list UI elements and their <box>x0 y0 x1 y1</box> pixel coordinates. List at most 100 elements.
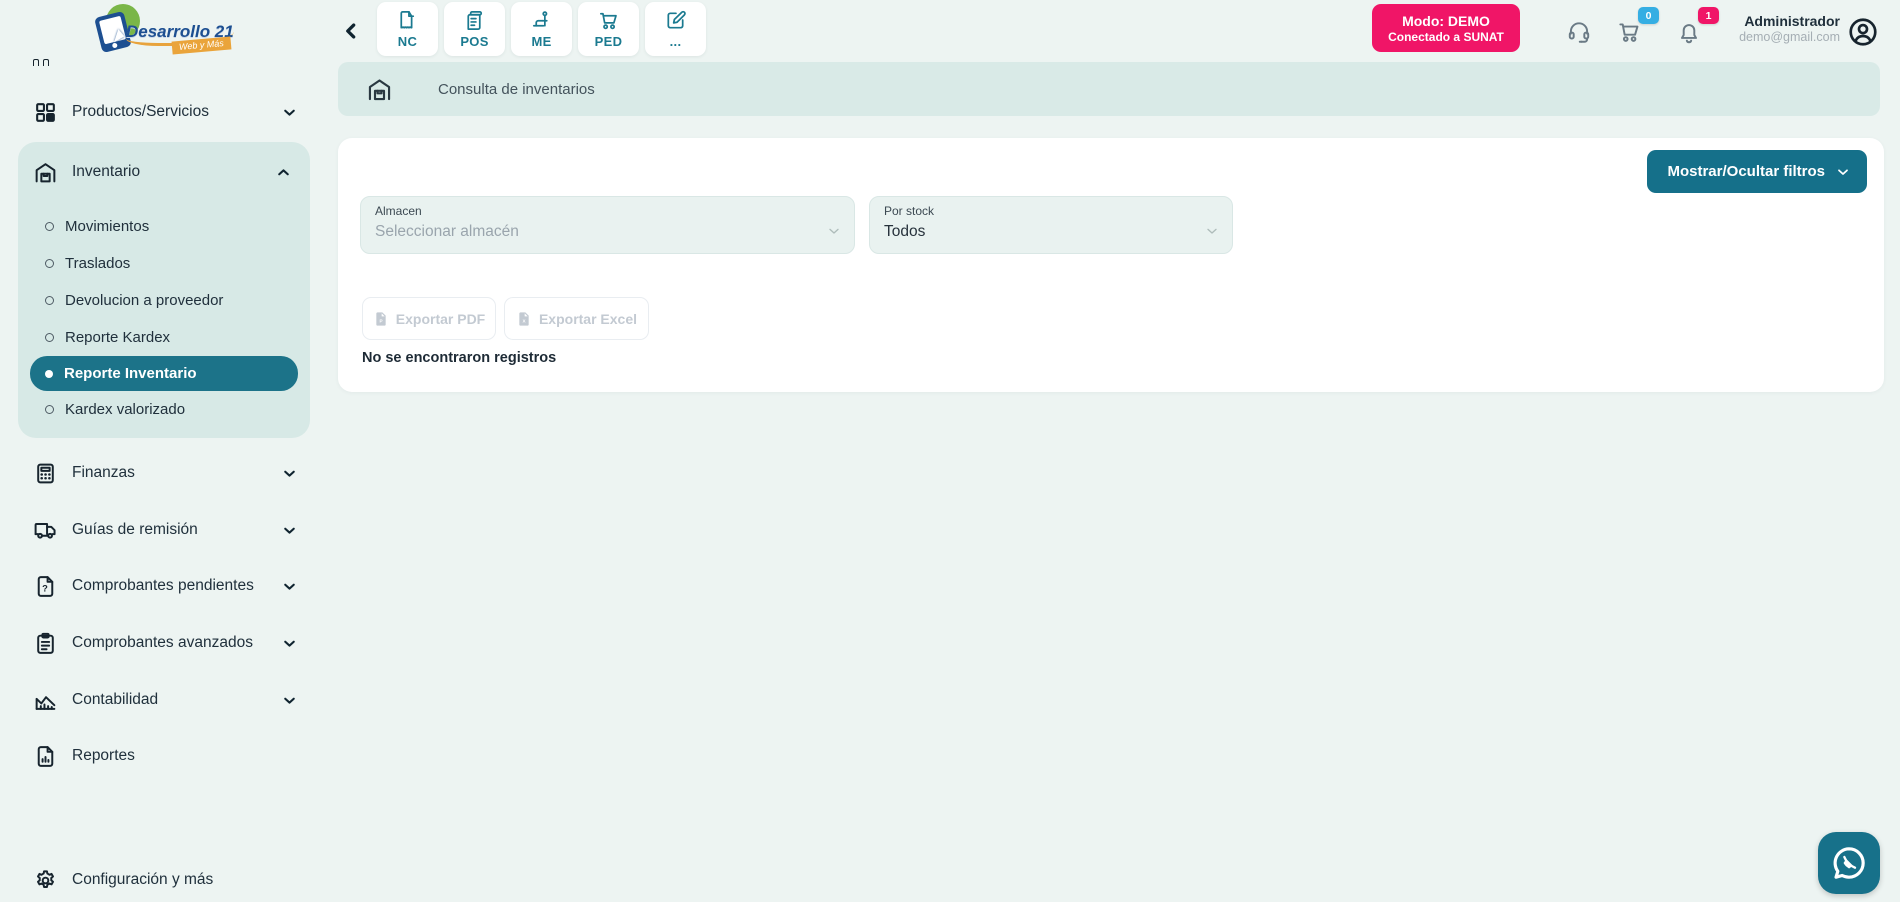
export-pdf-label: Exportar PDF <box>396 311 485 327</box>
bullet-icon <box>45 259 54 268</box>
sidebar-item-label: Finanzas <box>72 464 135 482</box>
bullet-icon <box>45 222 54 231</box>
cart-icon <box>1616 19 1642 45</box>
svg-text:P: P <box>379 318 382 323</box>
pdf-file-icon: P <box>373 311 389 327</box>
bullet-icon <box>45 405 54 414</box>
bullet-icon <box>45 333 54 342</box>
quick-action-more[interactable]: ... <box>645 2 706 56</box>
sidebar-subitem-movimientos[interactable]: Movimientos <box>18 208 310 245</box>
chevron-down-icon <box>281 465 298 482</box>
warehouse-icon[interactable] <box>366 76 393 103</box>
sidebar-item-label: Contabilidad <box>72 691 158 709</box>
quick-action-ped[interactable]: PED <box>578 2 639 56</box>
whatsapp-icon <box>1829 843 1869 883</box>
credit-note-icon <box>396 9 419 32</box>
sidebar-item-configuracion[interactable]: Configuración y más <box>0 858 320 902</box>
por-stock-select[interactable]: Por stock Todos <box>869 196 1233 254</box>
sidebar-collapse-button[interactable] <box>338 18 364 44</box>
chart-icon <box>33 688 58 713</box>
chevron-down-icon <box>281 578 298 595</box>
toggle-filters-button[interactable]: Mostrar/Ocultar filtros <box>1647 150 1867 193</box>
chevron-down-icon <box>281 635 298 652</box>
quick-action-pos[interactable]: POS <box>444 2 505 56</box>
export-excel-button[interactable]: X Exportar Excel <box>504 297 649 340</box>
sidebar-item-label: Comprobantes pendientes <box>72 577 254 595</box>
quick-action-label: ME <box>531 34 551 49</box>
demo-mode-line2: Conectado a SUNAT <box>1388 30 1504 44</box>
grid-icon <box>33 100 58 125</box>
sidebar: Productos/Servicios Inventario Movimient… <box>0 0 320 901</box>
almacen-select[interactable]: Almacen Seleccionar almacén <box>360 196 855 254</box>
sidebar-group-inventario: Inventario Movimientos Traslados Devoluc… <box>18 142 310 438</box>
almacen-placeholder: Seleccionar almacén <box>375 223 519 241</box>
sidebar-item-guias-de-remision[interactable]: Guías de remisión <box>0 508 320 552</box>
sidebar-item-reportes[interactable]: Reportes <box>0 734 320 778</box>
empty-results-message: No se encontraron registros <box>362 350 556 366</box>
sidebar-item-label: Guías de remisión <box>72 521 198 539</box>
por-stock-label: Por stock <box>884 204 934 218</box>
sidebar-item-contabilidad[interactable]: Contabilidad <box>0 678 320 722</box>
gear-icon <box>33 868 58 893</box>
cart-button[interactable] <box>1616 19 1642 45</box>
sidebar-item-label: Configuración y más <box>72 871 213 889</box>
quick-action-me[interactable]: ME <box>511 2 572 56</box>
cart-count-badge[interactable]: 0 <box>1638 7 1659 24</box>
chevron-down-icon <box>281 522 298 539</box>
chevron-down-icon <box>281 104 298 121</box>
sidebar-subitem-traslados[interactable]: Traslados <box>18 245 310 282</box>
bell-icon <box>1676 19 1702 45</box>
sidebar-subitem-devolucion-a-proveedor[interactable]: Devolucion a proveedor <box>18 282 310 319</box>
chevron-up-icon <box>275 164 292 181</box>
calculator-icon <box>33 461 58 486</box>
quick-action-label: PED <box>595 34 623 49</box>
desk-lamp-icon <box>530 9 553 32</box>
chevron-left-icon <box>338 18 364 44</box>
edit-note-icon <box>664 9 687 32</box>
sidebar-item-inventario[interactable]: Inventario <box>18 150 310 194</box>
content-card: Mostrar/Ocultar filtros Almacen Seleccio… <box>338 138 1884 392</box>
doc-question-icon: ? <box>33 574 58 599</box>
notifications-button[interactable] <box>1676 19 1702 45</box>
avatar[interactable] <box>1847 16 1879 48</box>
sidebar-subitem-reporte-inventario-active[interactable]: Reporte Inventario <box>30 356 298 391</box>
whatsapp-button[interactable] <box>1818 832 1880 894</box>
chevron-down-icon <box>1835 164 1851 180</box>
bullet-icon <box>45 370 53 378</box>
excel-file-icon: X <box>516 311 532 327</box>
bullet-icon <box>45 296 54 305</box>
export-pdf-button[interactable]: P Exportar PDF <box>362 297 496 340</box>
quick-action-label: ... <box>670 34 682 49</box>
subitem-label: Traslados <box>65 255 130 272</box>
sidebar-item-comprobantes-pendientes[interactable]: ? Comprobantes pendientes <box>0 564 320 608</box>
chevron-down-icon <box>281 692 298 709</box>
sidebar-item-productos-servicios[interactable]: Productos/Servicios <box>0 90 320 134</box>
demo-mode-line1: Modo: DEMO <box>1402 13 1490 30</box>
receipt-icon <box>463 9 486 32</box>
export-excel-label: Exportar Excel <box>539 311 637 327</box>
quick-action-label: POS <box>460 34 488 49</box>
user-circle-icon <box>1847 16 1879 48</box>
warehouse-icon <box>33 160 58 185</box>
sidebar-item-label: Comprobantes avanzados <box>72 634 253 652</box>
support-headset-button[interactable] <box>1566 19 1592 45</box>
demo-mode-badge[interactable]: Modo: DEMO Conectado a SUNAT <box>1372 4 1520 52</box>
sidebar-item-label: Reportes <box>72 747 135 765</box>
sidebar-item-comprobantes-avanzados[interactable]: Comprobantes avanzados <box>0 621 320 665</box>
quick-action-nc[interactable]: NC <box>377 2 438 56</box>
svg-text:?: ? <box>42 583 48 593</box>
subitem-label: Movimientos <box>65 218 149 235</box>
truck-icon <box>33 518 58 543</box>
sidebar-item-label: Inventario <box>72 163 140 181</box>
sidebar-subitem-reporte-kardex[interactable]: Reporte Kardex <box>18 319 310 356</box>
sidebar-item-finanzas[interactable]: Finanzas <box>0 451 320 495</box>
headset-icon <box>1566 19 1592 45</box>
clipped-menu-icon <box>33 59 49 66</box>
sidebar-subitem-kardex-valorizado[interactable]: Kardex valorizado <box>18 391 310 428</box>
clipboard-icon <box>33 631 58 656</box>
user-menu[interactable]: Administrador demo@gmail.com <box>1712 13 1840 45</box>
chevron-down-icon <box>826 223 842 239</box>
chevron-down-icon <box>1204 223 1220 239</box>
user-name: Administrador <box>1712 13 1840 30</box>
report-icon <box>33 744 58 769</box>
